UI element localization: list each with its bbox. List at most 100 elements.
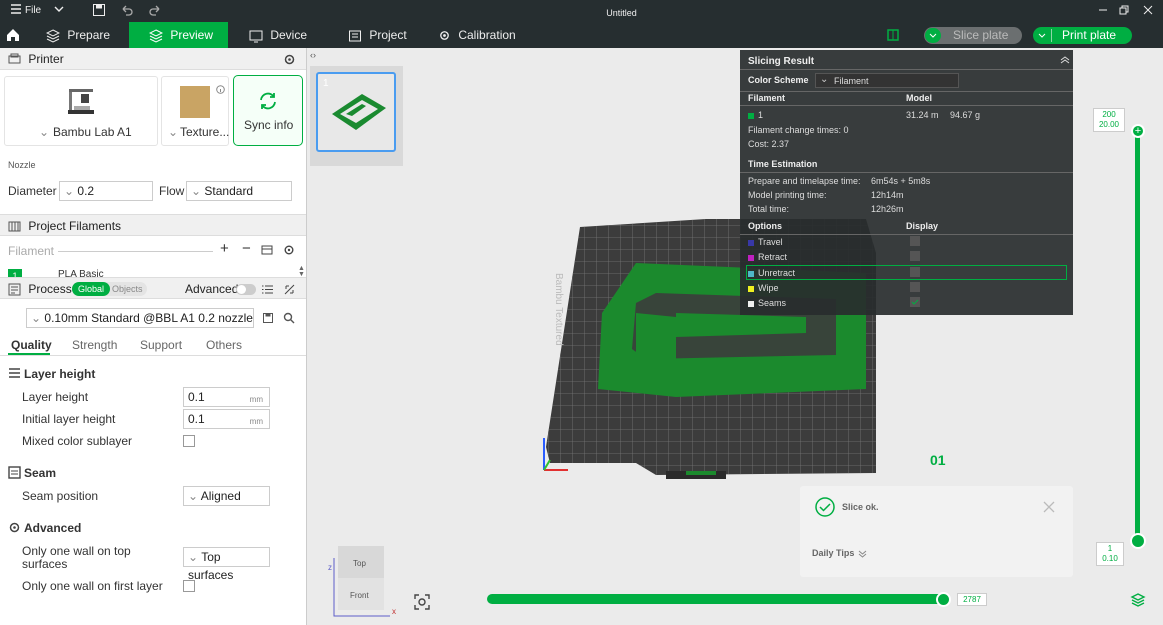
fit-view-icon[interactable] xyxy=(413,593,431,611)
close-icon[interactable] xyxy=(1143,3,1153,19)
diameter-select[interactable]: ⌄ 0.2 xyxy=(59,181,153,201)
print-plate-button[interactable]: Print plate xyxy=(1033,27,1132,44)
print-dropdown-icon[interactable] xyxy=(1034,28,1050,43)
option-retract[interactable]: Retract xyxy=(748,252,787,262)
travel-swatch xyxy=(748,239,754,246)
tab-strength[interactable]: Strength xyxy=(72,338,117,352)
wipe-display-checkbox[interactable] xyxy=(910,282,920,292)
advanced-toggle[interactable] xyxy=(236,284,256,295)
tab-quality[interactable]: Quality xyxy=(11,338,52,352)
seam-position-select[interactable]: ⌄ Aligned xyxy=(183,486,270,506)
tab-prepare-label: Prepare xyxy=(67,28,111,42)
initial-layer-height-input[interactable]: 0.1 mm xyxy=(183,409,270,429)
flow-select[interactable]: ⌄ Standard xyxy=(186,181,292,201)
tab-support[interactable]: Support xyxy=(140,338,182,352)
one-wall-first-label: Only one wall on first layer xyxy=(22,579,163,593)
check-circle-icon xyxy=(815,497,835,517)
title-bar: File Untitled xyxy=(0,0,1163,22)
info-icon[interactable] xyxy=(216,85,225,94)
slice-dropdown-icon[interactable] xyxy=(925,28,941,43)
notification-panel: Slice ok. Daily Tips xyxy=(800,486,1073,577)
mixed-color-checkbox[interactable] xyxy=(183,435,195,447)
option-retract-label: Retract xyxy=(758,252,788,262)
slice-plate-button[interactable]: Slice plate xyxy=(924,27,1022,44)
layer-height-input[interactable]: 0.1 mm xyxy=(183,387,270,407)
move-slider-track[interactable] xyxy=(487,594,945,604)
filament-sync-icon[interactable] xyxy=(261,244,273,256)
filaments-section-title: Project Filaments xyxy=(28,219,122,233)
filament-list-item[interactable]: 1 PLA Basic xyxy=(8,269,298,277)
option-wipe-label: Wipe xyxy=(758,283,779,293)
tab-calibration[interactable]: Calibration xyxy=(438,22,528,48)
printer-settings-gear-icon[interactable] xyxy=(283,53,296,66)
compare-icon[interactable] xyxy=(284,284,295,295)
layer-slider-track[interactable] xyxy=(1135,130,1140,543)
printer-selector[interactable]: ⌄ Bambu Lab A1 xyxy=(4,76,158,146)
slicing-result-title: Slicing Result xyxy=(748,56,815,67)
retract-display-checkbox[interactable] xyxy=(910,251,920,261)
home-icon[interactable] xyxy=(5,22,25,48)
travel-display-checkbox[interactable] xyxy=(910,236,920,246)
color-scheme-select[interactable]: ⌄ Filament xyxy=(815,73,959,88)
option-seams[interactable]: Seams xyxy=(748,298,786,308)
option-travel[interactable]: Travel xyxy=(748,237,783,247)
option-wipe[interactable]: Wipe xyxy=(748,283,779,293)
top-layer-height: 20.00 xyxy=(1098,120,1120,129)
tab-preview[interactable]: Preview xyxy=(129,22,228,48)
view-cube[interactable]: Top Front z x xyxy=(324,542,404,622)
sync-info-button[interactable]: Sync info xyxy=(233,75,303,146)
tab-prepare[interactable]: Prepare xyxy=(46,22,126,48)
option-unretract[interactable]: Unretract xyxy=(748,268,795,278)
tab-preview-label: Preview xyxy=(170,28,214,42)
multi-device-icon[interactable] xyxy=(887,22,901,48)
top-layer-number: 200 xyxy=(1102,110,1116,119)
filament-row-index: 1 xyxy=(758,110,764,120)
global-objects-toggle[interactable]: Global Objects xyxy=(72,282,147,296)
chevron-down-icon: ⌄ xyxy=(64,184,75,198)
tab-device[interactable]: Device xyxy=(249,22,319,48)
list-view-icon[interactable] xyxy=(262,284,273,295)
minimize-icon[interactable] xyxy=(1098,3,1108,19)
color-scheme-value: Filament xyxy=(834,76,869,86)
initial-layer-height-unit: mm xyxy=(249,417,263,426)
color-scheme-label: Color Scheme xyxy=(748,75,809,85)
move-slider-handle[interactable] xyxy=(936,592,951,607)
global-option[interactable]: Global xyxy=(72,282,110,296)
layer-top-handle[interactable]: + xyxy=(1131,124,1145,138)
chevron-down-icon: ⌄ xyxy=(191,184,202,198)
restore-icon[interactable] xyxy=(1119,3,1129,19)
display-header: Display xyxy=(906,221,939,231)
collapse-panel-icon[interactable] xyxy=(1060,56,1070,64)
one-wall-top-select[interactable]: ⌄ Top surfaces xyxy=(183,547,270,582)
option-unretract-label: Unretract xyxy=(758,268,796,278)
save-preset-icon[interactable] xyxy=(262,312,274,324)
diameter-value: 0.2 xyxy=(77,184,95,198)
one-wall-first-checkbox[interactable] xyxy=(183,580,195,592)
expand-tips-icon[interactable] xyxy=(858,549,867,558)
cube-z-label: z xyxy=(328,563,332,572)
plate-label: 01 xyxy=(930,452,946,468)
move-slider-value: 2787 xyxy=(963,595,981,604)
collapse-sidebar-icon[interactable]: ‹› xyxy=(310,50,322,62)
filament-settings-gear-icon[interactable] xyxy=(283,244,295,256)
daily-tips-link[interactable]: Daily Tips xyxy=(812,548,854,558)
seam-position-label: Seam position xyxy=(22,489,99,503)
unretract-display-checkbox[interactable] xyxy=(910,267,920,277)
layer-bottom-label: 1 0.10 xyxy=(1096,542,1124,566)
seam-icon xyxy=(8,466,21,479)
objects-option[interactable]: Objects xyxy=(112,282,143,296)
tab-project[interactable]: Project xyxy=(348,22,418,48)
process-preset-select[interactable]: ⌄ 0.10mm Standard @BBL A1 0.2 nozzle xyxy=(26,308,254,328)
layers-icon[interactable] xyxy=(1130,592,1146,608)
tab-others[interactable]: Others xyxy=(206,338,242,352)
plate-thumbnail[interactable]: 1 xyxy=(316,72,396,152)
remove-filament-icon[interactable]: − xyxy=(242,240,251,257)
seams-display-checkbox[interactable] xyxy=(910,297,920,307)
layer-bottom-handle[interactable] xyxy=(1130,533,1146,549)
plate-type-selector[interactable]: ⌄ Texture... xyxy=(161,76,229,146)
search-icon[interactable] xyxy=(283,312,295,324)
diameter-label: Diameter xyxy=(8,184,57,198)
close-notification-icon[interactable] xyxy=(1043,501,1055,513)
prepare-time-value: 6m54s + 5m8s xyxy=(871,176,931,186)
add-filament-icon[interactable]: + xyxy=(220,240,229,257)
